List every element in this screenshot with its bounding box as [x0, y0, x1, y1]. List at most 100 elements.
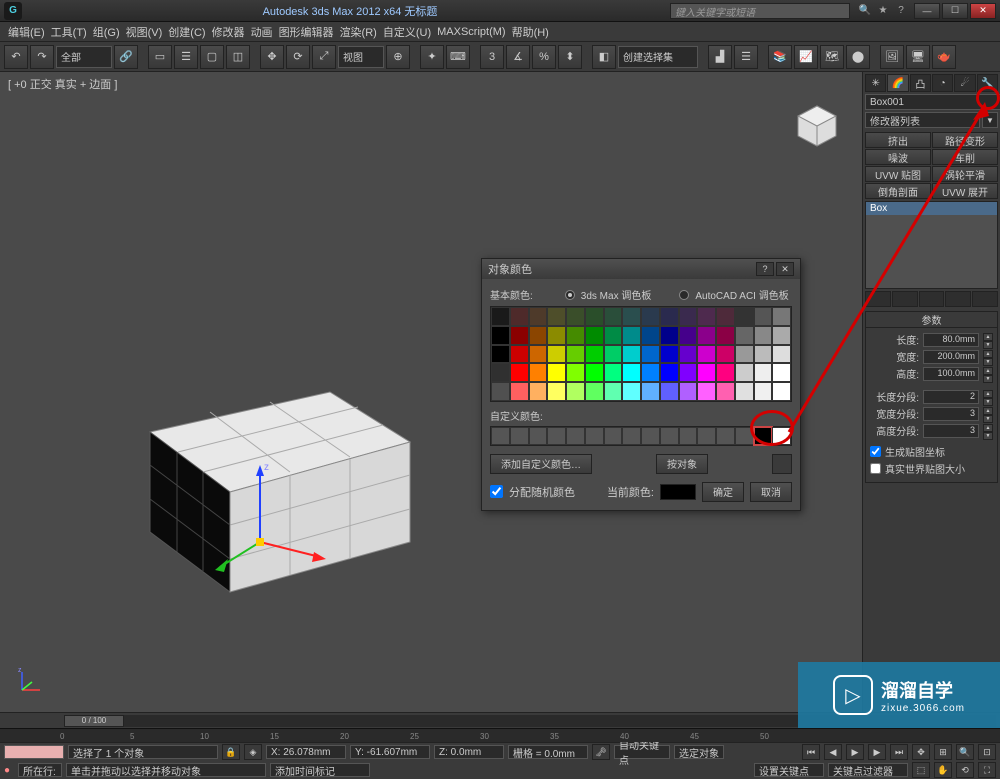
nav5[interactable]: ⬚	[912, 762, 930, 778]
palette-swatch[interactable]	[772, 326, 791, 345]
palette-swatch[interactable]	[622, 363, 641, 382]
palette-swatch[interactable]	[622, 326, 641, 345]
viewport-label[interactable]: [ +0 正交 真实 + 边面 ]	[8, 76, 117, 92]
link-button[interactable]: 🔗	[114, 45, 138, 69]
tab-create[interactable]: ✳	[865, 74, 886, 92]
mod-uvwmap[interactable]: UVW 贴图	[865, 166, 931, 182]
palette-swatch[interactable]	[566, 363, 585, 382]
help-icon[interactable]: 🔍	[858, 4, 872, 18]
length-spinner[interactable]: ▲▼	[983, 333, 993, 347]
length-input[interactable]: 80.0mm	[923, 333, 979, 347]
palette-swatch[interactable]	[547, 345, 566, 364]
psnap-button[interactable]: %	[532, 45, 556, 69]
refcoord-dropdown[interactable]: 视图	[338, 46, 384, 68]
menu-tools[interactable]: 工具(T)	[51, 24, 87, 40]
minimize-button[interactable]: —	[914, 3, 940, 19]
align-button[interactable]: ☰	[734, 45, 758, 69]
palette-swatch[interactable]	[529, 363, 548, 382]
menu-render[interactable]: 渲染(R)	[340, 24, 377, 40]
custom-color-white[interactable]	[772, 427, 791, 445]
autokey-button[interactable]: 自动关键点	[614, 745, 670, 759]
layer-dropdown[interactable]: 全部	[56, 46, 112, 68]
play-start[interactable]: ⏮	[802, 744, 820, 760]
palette-aci-radio[interactable]	[679, 290, 689, 300]
menu-edit[interactable]: 编辑(E)	[8, 24, 45, 40]
palette-swatch[interactable]	[566, 382, 585, 401]
palette-swatch[interactable]	[529, 307, 548, 326]
palette-swatch[interactable]	[772, 345, 791, 364]
unique-button[interactable]	[919, 291, 945, 307]
palette-swatch[interactable]	[772, 307, 791, 326]
palette-swatch[interactable]	[697, 326, 716, 345]
width-spinner[interactable]: ▲▼	[983, 350, 993, 364]
menu-group[interactable]: 组(G)	[93, 24, 120, 40]
set-key-button[interactable]: 设置关键点	[754, 763, 824, 777]
lseg-spinner[interactable]: ▲▼	[983, 390, 993, 404]
palette-swatch[interactable]	[547, 307, 566, 326]
palette-swatch[interactable]	[510, 345, 529, 364]
palette-swatch[interactable]	[491, 363, 510, 382]
mod-bevel[interactable]: 倒角剖面	[865, 183, 931, 199]
palette-swatch[interactable]	[660, 363, 679, 382]
palette-swatch[interactable]	[510, 307, 529, 326]
palette-swatch[interactable]	[622, 382, 641, 401]
cancel-button[interactable]: 取消	[750, 482, 792, 502]
palette-swatch[interactable]	[735, 345, 754, 364]
palette-swatch[interactable]	[622, 345, 641, 364]
palette-swatch[interactable]	[491, 345, 510, 364]
palette-swatch[interactable]	[660, 326, 679, 345]
nav4[interactable]: ⊡	[978, 744, 996, 760]
palette-swatch[interactable]	[697, 307, 716, 326]
schematic-button[interactable]: 🗺	[820, 45, 844, 69]
move-button[interactable]: ✥	[260, 45, 284, 69]
mod-unwrap[interactable]: UVW 展开	[932, 183, 998, 199]
palette-swatch[interactable]	[604, 345, 623, 364]
nav2[interactable]: ⊞	[934, 744, 952, 760]
height-input[interactable]: 100.0mm	[923, 367, 979, 381]
palette-swatch[interactable]	[679, 382, 698, 401]
nav6[interactable]: ✋	[934, 762, 952, 778]
x-coord[interactable]: X: 26.078mm	[266, 745, 346, 759]
palette-swatch[interactable]	[716, 363, 735, 382]
palette-swatch[interactable]	[772, 382, 791, 401]
palette-swatch[interactable]	[585, 363, 604, 382]
iso-button[interactable]: ◈	[244, 744, 262, 760]
play-prev[interactable]: ◀	[824, 744, 842, 760]
gen-map-checkbox[interactable]	[870, 446, 881, 457]
palette-swatch[interactable]	[641, 363, 660, 382]
key-filter-button[interactable]: 关键点过滤器	[828, 763, 908, 777]
rollout-header[interactable]: 参数	[866, 312, 997, 328]
modifier-list-dropdown[interactable]: 修改器列表	[865, 112, 980, 128]
maximize-button[interactable]: ☐	[942, 3, 968, 19]
palette-swatch[interactable]	[754, 382, 773, 401]
real-world-checkbox[interactable]	[870, 463, 881, 474]
lock-button[interactable]: 🔒	[222, 744, 240, 760]
asnap-button[interactable]: ∡	[506, 45, 530, 69]
palette-swatch[interactable]	[641, 382, 660, 401]
palette-swatch[interactable]	[735, 382, 754, 401]
curve-editor-button[interactable]: 📈	[794, 45, 818, 69]
hseg-spinner[interactable]: ▲▼	[983, 424, 993, 438]
mirror-button[interactable]: ▟	[708, 45, 732, 69]
palette-swatch[interactable]	[735, 326, 754, 345]
play[interactable]: ▶	[846, 744, 864, 760]
palette-swatch[interactable]	[604, 382, 623, 401]
manip-button[interactable]: ✦	[420, 45, 444, 69]
rotate-button[interactable]: ⟳	[286, 45, 310, 69]
palette-swatch[interactable]	[754, 363, 773, 382]
palette-swatch[interactable]	[641, 345, 660, 364]
palette-swatch[interactable]	[679, 326, 698, 345]
palette-swatch[interactable]	[660, 307, 679, 326]
viewcube[interactable]	[792, 102, 842, 152]
wseg-input[interactable]: 3	[923, 407, 979, 421]
object-name-input[interactable]	[865, 94, 1000, 110]
menu-help[interactable]: 帮助(H)	[512, 24, 549, 40]
modifier-dropdown-button[interactable]: ▼	[982, 112, 998, 128]
palette-swatch[interactable]	[754, 326, 773, 345]
palette-swatch[interactable]	[491, 382, 510, 401]
palette-swatch[interactable]	[735, 307, 754, 326]
nav8[interactable]: ⛶	[978, 762, 996, 778]
z-coord[interactable]: Z: 0.0mm	[434, 745, 504, 759]
stack-item-box[interactable]: Box	[866, 202, 997, 215]
render-setup-button[interactable]: 🖼	[880, 45, 904, 69]
